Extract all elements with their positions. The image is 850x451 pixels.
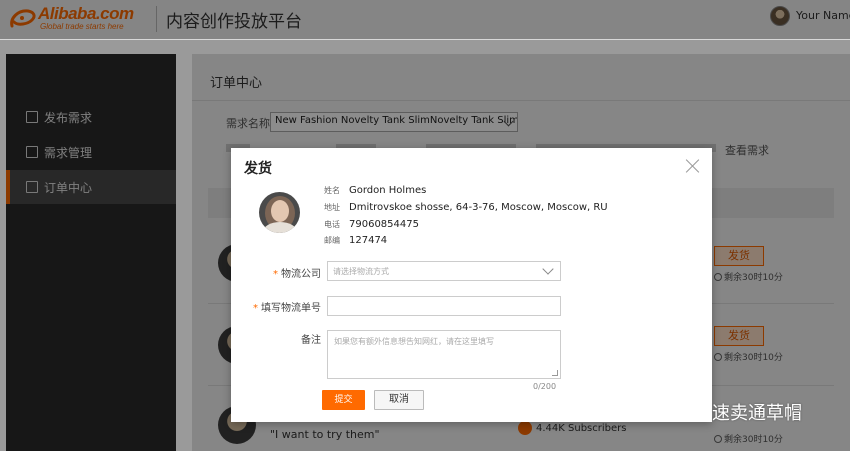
close-icon[interactable]: [685, 158, 701, 174]
top-bar: Alibaba.com Global trade starts here 内容创…: [0, 0, 850, 40]
chevron-down-icon: [542, 263, 554, 275]
remark-label: 备注: [301, 335, 321, 346]
logistics-label: * 物流公司: [273, 269, 321, 280]
wechat-icon: [676, 404, 697, 420]
recipient-phone: 电话 79060854475: [324, 219, 419, 230]
recipient-postcode: 邮编 127474: [324, 235, 388, 246]
modal-backdrop-sidebar: [6, 54, 176, 451]
logistics-select[interactable]: 请选择物流方式: [327, 261, 561, 281]
cancel-button[interactable]: 取消: [374, 390, 424, 410]
ship-dialog: 发货 姓名 Gordon Holmes 地址 Dmitrovskoe shosse,…: [231, 148, 712, 422]
modal-backdrop-top: [0, 0, 850, 39]
tracking-number-input[interactable]: [327, 296, 561, 316]
recipient-address: 地址 Dmitrovskoe shosse, 64-3-76, Moscow, M…: [324, 202, 608, 213]
remark-textarea[interactable]: 如果您有额外信息想告知网红，请在这里填写: [327, 330, 561, 379]
watermark-text: 速卖通草帽: [712, 403, 802, 424]
wechat-watermark: 速卖通草帽: [676, 397, 846, 427]
resize-handle[interactable]: [552, 370, 558, 376]
remark-placeholder: 如果您有额外信息想告知网红，请在这里填写: [334, 337, 494, 346]
sidebar: 发布需求 需求管理 订单中心: [6, 54, 176, 451]
dialog-title: 发货: [244, 161, 272, 177]
recipient-avatar: [259, 192, 300, 233]
char-counter: 0/200: [533, 382, 557, 391]
recipient-name: 姓名 Gordon Holmes: [324, 185, 427, 196]
logistics-placeholder: 请选择物流方式: [333, 267, 389, 276]
submit-button[interactable]: 提交: [322, 390, 365, 410]
tracking-label: * 填写物流单号: [253, 303, 321, 314]
